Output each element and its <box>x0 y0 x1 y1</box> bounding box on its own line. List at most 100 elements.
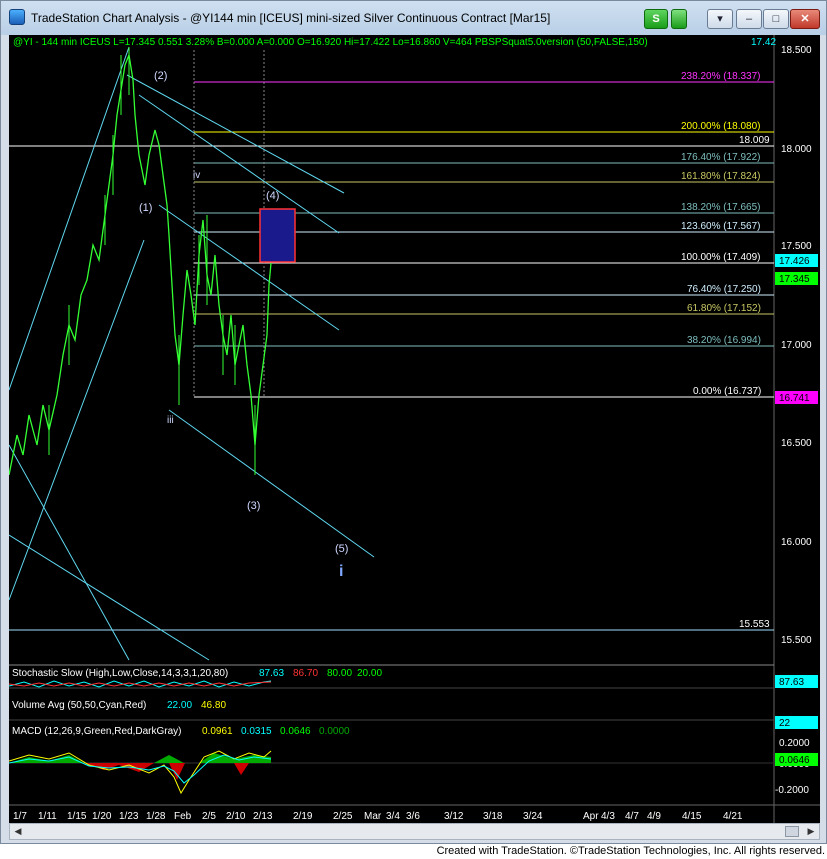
date-tick: 2/19 <box>293 811 313 822</box>
date-tick: 3/4 <box>386 811 400 822</box>
wave-label: (2) <box>154 70 167 82</box>
strategy-dropdown-button[interactable] <box>671 9 687 29</box>
date-tick: Mar <box>364 811 382 822</box>
macd-tick: 0.2000 <box>779 738 810 749</box>
date-tick: 1/15 <box>67 811 87 822</box>
fib-label: 61.80% (17.152) <box>687 303 761 314</box>
price-tick: 18.500 <box>781 45 812 56</box>
price-badge-magenta-text: 16.741 <box>779 393 810 404</box>
price-badge-cyan-text: 17.426 <box>779 256 810 267</box>
wave-label: (4) <box>266 190 279 202</box>
volume-badge-text: 22 <box>779 718 791 729</box>
date-tick: 2/5 <box>202 811 216 822</box>
chart-window: TradeStation Chart Analysis - @YI144 min… <box>0 0 827 844</box>
stochastic-value: 80.00 <box>327 668 352 679</box>
fib-label: 200.00% (18.080) <box>681 121 761 132</box>
fib-levels: 238.20% (18.337) 200.00% (18.080) 18.009… <box>9 50 774 631</box>
fib-label: 238.20% (18.337) <box>681 71 761 82</box>
macd-tick: -0.2000 <box>775 785 809 796</box>
tradestation-app-icon <box>9 9 25 25</box>
macd-panel: MACD (12,26,9,Green,Red,DarkGray) 0.0961… <box>8 726 818 796</box>
macd-value: 0.0646 <box>280 726 311 737</box>
date-tick: 4/15 <box>682 811 702 822</box>
fib-label: 38.20% (16.994) <box>687 335 761 346</box>
date-tick: 4/7 <box>625 811 639 822</box>
close-button[interactable]: ✕ <box>790 9 820 29</box>
macd-badge-text: 0.0646 <box>779 755 810 766</box>
date-tick: 1/7 <box>13 811 27 822</box>
volume-value: 22.00 <box>167 700 192 711</box>
title-bar[interactable]: TradeStation Chart Analysis - @YI144 min… <box>1 1 826 35</box>
scrollbar-thumb[interactable] <box>785 826 799 837</box>
volume-value: 46.80 <box>201 700 226 711</box>
price-tick: 15.500 <box>781 635 812 646</box>
fib-label: 100.00% (17.409) <box>681 252 761 263</box>
macd-value: 0.0000 <box>319 726 350 737</box>
date-tick: 1/23 <box>119 811 139 822</box>
macd-value: 0.0961 <box>202 726 233 737</box>
chart-canvas[interactable]: @YI - 144 min ICEUS L=17.345 0.551 3.28%… <box>8 35 820 825</box>
wave-label: iv <box>193 170 200 181</box>
symbol-info-text: @YI - 144 min ICEUS L=17.345 0.551 3.28%… <box>13 37 648 48</box>
date-tick: 3/12 <box>444 811 464 822</box>
maximize-button[interactable]: □ <box>763 9 789 29</box>
price-tick: 18.000 <box>781 144 812 155</box>
date-tick: 2/10 <box>226 811 246 822</box>
date-tick: 4/21 <box>723 811 743 822</box>
fib-label: 161.80% (17.824) <box>681 171 761 182</box>
volume-panel: Volume Avg (50,50,Cyan,Red) 22.00 46.80 … <box>12 700 818 729</box>
stochastic-value: 87.63 <box>259 668 284 679</box>
price-tick: 16.500 <box>781 438 812 449</box>
target-box <box>259 208 296 263</box>
fib-label: 0.00% (16.737) <box>693 386 761 397</box>
fib-label: 138.20% (17.665) <box>681 202 761 213</box>
fib-label: 76.40% (17.250) <box>687 284 761 295</box>
fib-label: 123.60% (17.567) <box>681 221 761 232</box>
price-badge-green-text: 17.345 <box>779 274 810 285</box>
price-tick: 17.500 <box>781 241 812 252</box>
date-tick: 1/11 <box>38 811 57 822</box>
wave-label: (5) <box>335 543 348 555</box>
date-tick: 2/13 <box>253 811 273 822</box>
price-axis: 18.500 18.000 17.500 17.000 16.500 16.00… <box>781 45 812 646</box>
date-tick: 4/9 <box>647 811 661 822</box>
date-tick: 2/25 <box>333 811 353 822</box>
date-tick: 1/28 <box>146 811 166 822</box>
minimize-button[interactable]: – <box>736 9 762 29</box>
date-tick: 3/18 <box>483 811 503 822</box>
date-tick: Feb <box>174 811 192 822</box>
window-menu-button[interactable]: ▾ <box>707 9 733 29</box>
scroll-right-arrow-icon[interactable]: ▶ <box>803 824 819 839</box>
wave-label: iii <box>167 415 174 426</box>
fib-label: 15.553 <box>739 619 770 630</box>
stochastic-value: 20.00 <box>357 668 382 679</box>
wave-label: (3) <box>247 500 260 512</box>
price-bars <box>8 52 272 476</box>
price-tick: 16.000 <box>781 537 812 548</box>
fib-label: 176.40% (17.922) <box>681 152 761 163</box>
wave-label: (1) <box>139 202 152 214</box>
footer-credit: Created with TradeStation. ©TradeStation… <box>0 844 827 859</box>
macd-label: MACD (12,26,9,Green,Red,DarkGray) <box>12 726 182 737</box>
price-tick: 17.000 <box>781 340 812 351</box>
stochastic-panel: Stochastic Slow (High,Low,Close,14,3,3,1… <box>8 668 818 688</box>
stochastic-badge-text: 87.63 <box>779 677 804 688</box>
stochastic-label: Stochastic Slow (High,Low,Close,14,3,3,1… <box>12 668 228 679</box>
scroll-left-arrow-icon[interactable]: ◀ <box>10 824 26 839</box>
date-tick: Apr <box>583 811 599 822</box>
macd-value: 0.0315 <box>241 726 272 737</box>
strategy-s-button[interactable]: S <box>644 9 668 29</box>
date-tick: 3/24 <box>523 811 543 822</box>
date-axis: 1/7 1/11 1/15 1/20 1/23 1/28 Feb 2/5 2/1… <box>13 811 743 822</box>
volume-label: Volume Avg (50,50,Cyan,Red) <box>12 700 146 711</box>
last-value-text: 17.42 <box>751 37 776 48</box>
date-tick: 4/3 <box>601 811 615 822</box>
stochastic-value: 86.70 <box>293 668 318 679</box>
chart-area[interactable]: @YI - 144 min ICEUS L=17.345 0.551 3.28%… <box>8 35 820 825</box>
date-tick: 1/20 <box>92 811 112 822</box>
fib-label: 18.009 <box>739 135 770 146</box>
wave-label: i <box>339 563 343 580</box>
window-title: TradeStation Chart Analysis - @YI144 min… <box>31 11 551 25</box>
horizontal-scrollbar[interactable]: ◀ ▶ <box>9 823 820 840</box>
date-tick: 3/6 <box>406 811 420 822</box>
